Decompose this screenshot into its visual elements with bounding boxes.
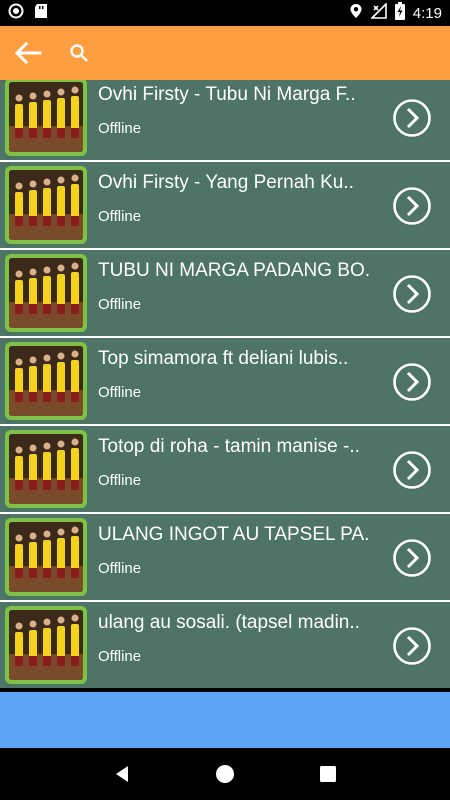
home-circle-icon [215, 765, 234, 783]
list-item[interactable]: TUBU NI MARGA PADANG BO.. Offline [0, 250, 450, 336]
list-item-status: Offline [98, 296, 142, 313]
recents-square-icon [320, 766, 337, 782]
list-item[interactable]: Ovhi Firsty - Yang Pernah Ku.. Offline [0, 162, 450, 248]
list-item-title: ulang au sosali. (tapsel madin.. [98, 612, 360, 633]
open-item-button[interactable] [392, 362, 432, 402]
battery-charging-icon [394, 2, 405, 24]
open-item-button[interactable] [392, 98, 432, 138]
list-item-title: Totop di roha - tamin manise -.. [98, 436, 360, 457]
back-triangle-icon [115, 766, 128, 782]
record-icon [8, 3, 24, 23]
thumbnail-image [5, 518, 87, 596]
list-item[interactable]: ulang au sosali. (tapsel madin.. Offline [0, 602, 450, 688]
nav-home-button[interactable] [205, 754, 245, 794]
search-icon [70, 44, 88, 62]
back-button[interactable] [12, 37, 44, 69]
open-item-button[interactable] [392, 538, 432, 578]
thumbnail-image [5, 342, 87, 420]
ad-banner[interactable] [0, 692, 450, 748]
song-list[interactable]: Ovhi Firsty - Tubu Ni Marga F.. Offline Ov… [0, 80, 450, 688]
list-item-status: Offline [98, 648, 142, 665]
sd-card-icon [34, 3, 48, 23]
thumbnail-image [5, 606, 87, 684]
chevron-right-circle-icon [393, 187, 431, 225]
chevron-right-circle-icon [393, 275, 431, 313]
chevron-right-circle-icon [393, 363, 431, 401]
open-item-button[interactable] [392, 626, 432, 666]
list-item-status: Offline [98, 384, 142, 401]
chevron-right-circle-icon [393, 627, 431, 665]
open-item-button[interactable] [392, 186, 432, 226]
list-item[interactable]: Top simamora ft deliani lubis.. Offline [0, 338, 450, 424]
no-signal-icon [369, 2, 387, 23]
search-button[interactable] [64, 38, 94, 68]
thumbnail-image [5, 430, 87, 508]
list-item-status: Offline [98, 560, 142, 577]
nav-back-button[interactable] [102, 754, 142, 794]
chevron-right-circle-icon [393, 539, 431, 577]
toolbar [0, 26, 450, 80]
list-item[interactable]: Ovhi Firsty - Tubu Ni Marga F.. Offline [0, 80, 450, 160]
thumbnail-image [5, 80, 87, 156]
list-item-status: Offline [98, 208, 142, 225]
arrow-left-icon [14, 42, 42, 64]
list-item-title: TUBU NI MARGA PADANG BO.. [98, 260, 370, 281]
thumbnail-image [5, 254, 87, 332]
open-item-button[interactable] [392, 450, 432, 490]
list-item-status: Offline [98, 472, 142, 489]
list-item-title: Ovhi Firsty - Tubu Ni Marga F.. [98, 84, 356, 105]
chevron-right-circle-icon [393, 451, 431, 489]
nav-recents-button[interactable] [308, 754, 348, 794]
location-icon [349, 3, 363, 23]
list-item-title: Ovhi Firsty - Yang Pernah Ku.. [98, 172, 354, 193]
open-item-button[interactable] [392, 274, 432, 314]
list-item-status: Offline [98, 120, 142, 137]
chevron-right-circle-icon [393, 99, 431, 137]
thumbnail-image [5, 166, 87, 244]
list-item-title: Top simamora ft deliani lubis.. [98, 348, 349, 369]
list-item[interactable]: ULANG INGOT AU TAPSEL PA.. Offline [0, 514, 450, 600]
system-nav-bar [0, 748, 450, 800]
clock: 4:19 [412, 4, 442, 22]
status-bar: 4:19 [0, 0, 450, 26]
list-item-title: ULANG INGOT AU TAPSEL PA.. [98, 524, 370, 545]
list-item[interactable]: Totop di roha - tamin manise -.. Offline [0, 426, 450, 512]
